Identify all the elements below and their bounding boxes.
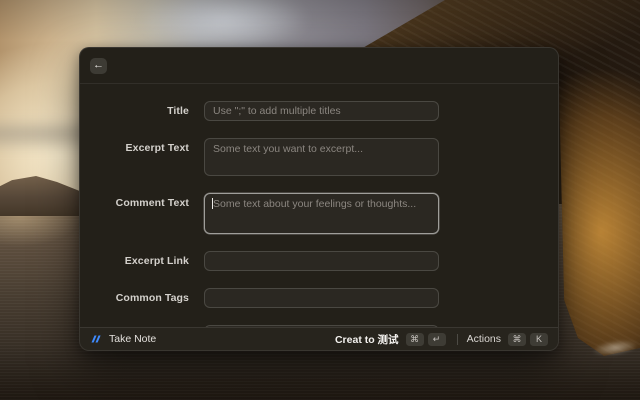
footer-divider bbox=[456, 333, 458, 345]
primary-action-button[interactable]: Creat to 测试 bbox=[335, 332, 399, 347]
common-tags-input[interactable] bbox=[204, 288, 439, 308]
screen: ← Title Excerpt Text Comment Text bbox=[0, 0, 640, 400]
comment-text-label: Comment Text bbox=[115, 197, 189, 209]
take-note-window: ← Title Excerpt Text Comment Text bbox=[79, 47, 559, 351]
title-label: Title bbox=[167, 105, 189, 117]
excerpt-text-textarea[interactable] bbox=[204, 138, 439, 176]
cmd-key-icon: ⌘ bbox=[508, 332, 526, 346]
excerpt-link-input[interactable] bbox=[204, 251, 439, 271]
back-button[interactable]: ← bbox=[90, 57, 107, 74]
form-row-title: Title bbox=[80, 101, 558, 121]
actions-button[interactable]: Actions bbox=[467, 333, 501, 345]
cmd-key-icon: ⌘ bbox=[405, 332, 424, 346]
form-row-common-tags: Common Tags bbox=[80, 288, 558, 308]
window-header: ← bbox=[80, 48, 558, 84]
enter-key-icon: ↵ bbox=[427, 332, 446, 346]
form-row-excerpt-link: Excerpt Link bbox=[80, 251, 558, 271]
partial-input[interactable] bbox=[204, 325, 439, 327]
title-input[interactable] bbox=[204, 101, 439, 121]
form-row-comment-text: Comment Text bbox=[80, 193, 558, 234]
window-footer: Take Note Creat to 测试 ⌘ ↵ Actions ⌘ K bbox=[80, 327, 558, 350]
back-arrow-icon: ← bbox=[93, 59, 104, 71]
app-name: Take Note bbox=[109, 333, 157, 345]
excerpt-link-label: Excerpt Link bbox=[124, 255, 189, 267]
form-row-excerpt-text: Excerpt Text bbox=[80, 138, 558, 176]
common-tags-label: Common Tags bbox=[115, 292, 189, 304]
text-caret bbox=[212, 198, 213, 209]
comment-text-textarea[interactable] bbox=[204, 193, 439, 234]
excerpt-text-label: Excerpt Text bbox=[125, 142, 189, 154]
form-area: Title Excerpt Text Comment Text E bbox=[80, 84, 558, 327]
k-key-icon: K bbox=[530, 332, 548, 346]
take-note-logo-icon bbox=[90, 333, 102, 345]
